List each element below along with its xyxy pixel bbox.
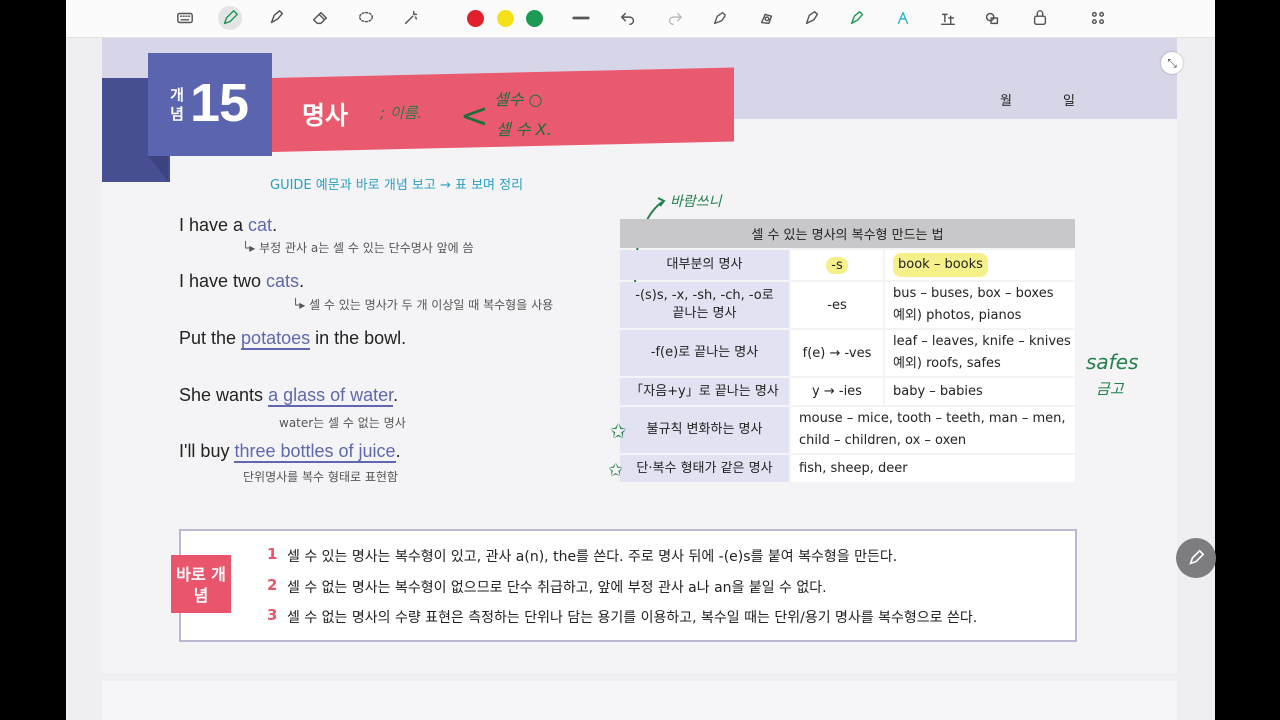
eraser-icon[interactable] <box>308 6 332 30</box>
table-row-example: fish, sheep, deer <box>791 455 1075 482</box>
example-sentence-5: I'll buy three bottles of juice. <box>179 441 401 463</box>
summary-number: 2 <box>267 576 278 594</box>
color-red-swatch[interactable] <box>467 10 484 27</box>
ocr-icon[interactable] <box>936 6 960 30</box>
table-row-label: 불규칙 변화하는 명사 <box>620 407 789 453</box>
table-row-example: baby – babies <box>885 378 1075 405</box>
handwritten-countable: 셀수 ○ <box>494 90 543 109</box>
date-month: 월 <box>1000 94 1012 109</box>
table-row-rule: -es <box>791 282 883 328</box>
undo-icon[interactable] <box>616 6 640 30</box>
note-app: 개념 15 명사 ; 이름. < 셀수 ○ 셀 수 X. 월 일 ⤡ GUIDE… <box>66 0 1215 720</box>
table-row-example: book – books <box>885 250 1075 280</box>
lasso-icon[interactable] <box>354 6 378 30</box>
table-row-rule: f(e) → -ves <box>791 330 883 376</box>
handwritten-side-meaning: 금고 <box>1096 380 1124 398</box>
summary-line: 셀 수 있는 명사는 복수형이 있고, 관사 a(n), the를 쓴다. 주로… <box>287 549 898 565</box>
keyboard-icon[interactable] <box>173 6 197 30</box>
table-row-label: -(s)s, -x, -sh, -ch, -o로 끝나는 명사 <box>620 282 789 328</box>
table-row-rule: y → -ies <box>791 378 883 405</box>
example-sentence-2: I have two cats. <box>179 271 305 291</box>
handwritten-star-icon: ✩ <box>610 419 627 443</box>
summary-number: 3 <box>267 606 278 624</box>
handwritten-note-name: ; 이름. <box>380 104 423 122</box>
table-row-example: bus – buses, box – boxes 예외) photos, pian… <box>885 282 1075 328</box>
lock-icon[interactable] <box>1028 6 1052 30</box>
table-row-example: mouse – mice, tooth – teeth, man – men, c… <box>791 407 1075 453</box>
example-sentence-3: Put the potatoes in the bowl. <box>179 328 407 350</box>
concept-label: 개념 <box>170 86 184 123</box>
concept-number: 15 <box>190 73 249 133</box>
table-row-label: 「자음+y」로 끝나는 명사 <box>620 378 789 405</box>
handwritten-side-word: safes <box>1086 350 1139 374</box>
handwritten-uncountable: 셀 수 X. <box>496 120 552 139</box>
handwritten-table-note: 바람쓰니 <box>670 194 722 210</box>
handwritten-bracket: < <box>460 96 489 136</box>
right-letterbox <box>1215 0 1280 720</box>
color-green-swatch[interactable] <box>526 10 543 27</box>
table-row-label: 대부분의 명사 <box>620 250 789 280</box>
summary-number: 1 <box>267 545 278 563</box>
date-day: 일 <box>1063 94 1075 109</box>
example-sentence-1: I have a cat. <box>179 215 278 235</box>
shape-pen-icon[interactable] <box>708 6 732 30</box>
page-title: 명사 <box>302 101 349 130</box>
example-note-1: └▸ 부정 관사 a는 셀 수 있는 단수명사 앞에 씀 <box>242 241 474 255</box>
highlight-pen-icon[interactable] <box>845 6 869 30</box>
highlighter-icon[interactable] <box>264 6 288 30</box>
table-row-label: 단·복수 형태가 같은 명사 <box>620 455 789 482</box>
more-icon[interactable] <box>1086 6 1110 30</box>
guide-text: 예문과 바로 개념 보고 → 표 보며 정리 <box>315 178 524 193</box>
summary-tab: 바로 개념 <box>171 555 231 613</box>
example-note-4: water는 셀 수 없는 명사 <box>279 416 406 430</box>
color-yellow-swatch[interactable] <box>497 10 514 27</box>
toolbar <box>66 0 1215 38</box>
worksheet-page: 개념 15 명사 ; 이름. < 셀수 ○ 셀 수 X. 월 일 ⤡ GUIDE… <box>102 38 1183 673</box>
line-width-icon[interactable] <box>569 6 593 30</box>
guide-prefix: GUIDE <box>270 178 312 193</box>
text-style-icon[interactable] <box>891 6 915 30</box>
handwritten-star-icon: ✩ <box>608 460 624 481</box>
next-page <box>102 681 1177 720</box>
shape-fill-icon[interactable] <box>755 6 779 30</box>
example-note-2: └▸ 셀 수 있는 명사가 두 개 이상일 때 복수형을 사용 <box>292 298 554 312</box>
pen-icon[interactable] <box>218 6 242 30</box>
table-row-example: leaf – leaves, knife – knives 예외) roofs, … <box>885 330 1075 376</box>
summary-line: 셀 수 없는 명사는 복수형이 없으므로 단수 취급하고, 앞에 부정 관사 a… <box>287 580 827 596</box>
example-note-5: 단위명사를 복수 형태로 표현함 <box>243 470 398 484</box>
example-sentence-4: She wants a glass of water. <box>179 385 399 407</box>
shapes-icon[interactable] <box>980 6 1004 30</box>
summary-line: 셀 수 없는 명사의 수량 표현은 측정하는 단위나 담는 용기를 이용하고, … <box>287 610 978 626</box>
magic-icon[interactable] <box>399 6 423 30</box>
collapse-icon[interactable]: ⤡ <box>1161 52 1183 74</box>
edit-pencil-button[interactable] <box>1176 538 1216 578</box>
shape-select-icon[interactable] <box>800 6 824 30</box>
table-row-label: -f(e)로 끝나는 명사 <box>620 330 789 376</box>
guide-line: GUIDE 예문과 바로 개념 보고 → 표 보며 정리 <box>270 174 523 193</box>
redo-icon[interactable] <box>663 6 687 30</box>
table-title: 셀 수 있는 명사의 복수형 만드는 법 <box>620 219 1075 248</box>
table-row-rule: -s <box>791 250 883 280</box>
summary-box: 바로 개념 1 셀 수 있는 명사는 복수형이 있고, 관사 a(n), the… <box>171 529 1077 642</box>
left-letterbox <box>0 0 66 720</box>
